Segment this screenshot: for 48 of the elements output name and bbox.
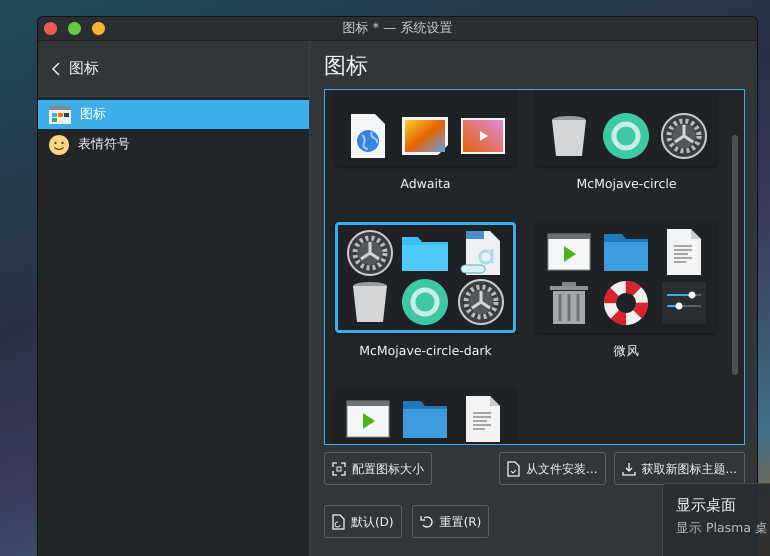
- gear-icon: [346, 229, 394, 278]
- trash-icon: [550, 114, 588, 158]
- video-icon: [460, 117, 506, 156]
- tooltip-title: 显示桌面: [676, 495, 736, 516]
- text-document-icon: [666, 228, 702, 276]
- file-icon: [507, 460, 520, 476]
- document-icon: [460, 229, 502, 278]
- trash-icon: [350, 280, 389, 324]
- lifebuoy-icon: [603, 280, 650, 326]
- action-button[interactable]: 配置图标大小: [324, 452, 432, 485]
- chevron-left-icon: [52, 62, 61, 76]
- video-player-icon: [546, 232, 591, 272]
- gear-icon: [660, 112, 708, 160]
- theme-name: McMojave-circle: [576, 175, 677, 193]
- lifebuoy-icon: [401, 278, 450, 326]
- theme-preview-card[interactable]: [536, 222, 717, 333]
- back-button[interactable]: 图标: [38, 41, 309, 97]
- window-title: 图标 * — 系统设置: [342, 20, 452, 38]
- trash-can-icon: [548, 281, 589, 326]
- tooltip-text: 显示 Plasma 桌: [676, 518, 768, 536]
- action-button[interactable]: 从文件安装...: [499, 452, 606, 485]
- text-document-icon: [465, 394, 502, 443]
- theme-name: Adwaita: [400, 175, 451, 193]
- smiley-icon: [48, 134, 70, 156]
- theme-preview-card[interactable]: [335, 222, 516, 333]
- resize-icon: [332, 462, 346, 476]
- close-button[interactable]: [44, 22, 57, 35]
- theme-name: 微风: [614, 342, 640, 360]
- document-icon: [332, 514, 345, 530]
- theme-name: McMojave-circle-dark: [359, 342, 492, 360]
- maximize-button[interactable]: [68, 22, 81, 35]
- action-button[interactable]: 获取新图标主题...: [614, 452, 745, 485]
- minimize-button[interactable]: [92, 22, 105, 35]
- lifebuoy-icon: [602, 112, 650, 160]
- page-title: 图标: [324, 54, 368, 79]
- gear-icon: [457, 278, 506, 326]
- undo-icon: [420, 514, 434, 528]
- sliders-icon: [661, 281, 708, 326]
- footer-button[interactable]: 重置(R): [412, 505, 490, 538]
- window-icon: [48, 104, 72, 124]
- scrollbar[interactable]: [732, 135, 738, 375]
- download-icon: [622, 462, 636, 476]
- footer-button[interactable]: 默认(D): [324, 505, 402, 538]
- globe-document-icon: [350, 113, 386, 160]
- video-player-icon: [346, 398, 390, 439]
- sidebar-item[interactable]: 表情符号: [38, 130, 309, 159]
- image-icon: [401, 116, 450, 156]
- back-label: 图标: [69, 58, 99, 80]
